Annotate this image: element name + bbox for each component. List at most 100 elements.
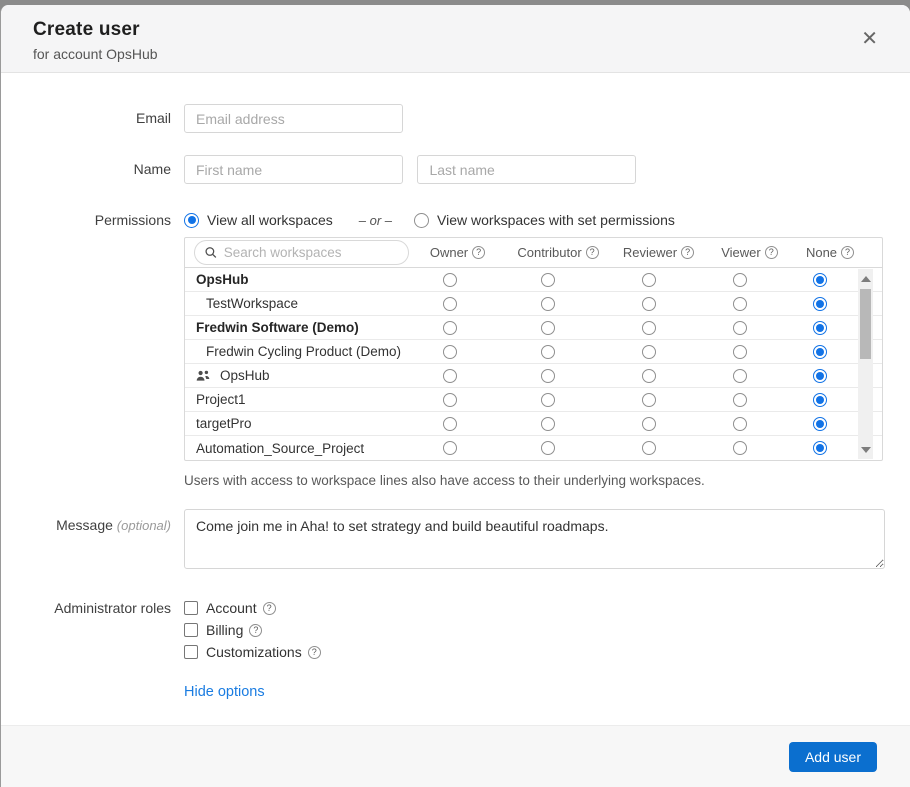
admin-role-label[interactable]: Customizations bbox=[206, 644, 302, 660]
permission-cell-contributor bbox=[496, 369, 600, 383]
permission-radio-none[interactable] bbox=[813, 297, 827, 311]
permission-radio-none[interactable] bbox=[813, 393, 827, 407]
workspace-row: OpsHub bbox=[185, 364, 882, 388]
permission-radio-contributor[interactable] bbox=[541, 321, 555, 335]
permission-radio-owner[interactable] bbox=[443, 345, 457, 359]
permission-radio-owner[interactable] bbox=[443, 393, 457, 407]
permission-cell-reviewer bbox=[600, 273, 697, 287]
message-row: Message (optional) Come join me in Aha! … bbox=[1, 509, 910, 574]
scroll-up-icon[interactable] bbox=[858, 271, 873, 286]
workspace-search-box[interactable] bbox=[194, 240, 409, 265]
help-icon[interactable]: ? bbox=[586, 246, 599, 259]
message-textarea[interactable]: Come join me in Aha! to set strategy and… bbox=[184, 509, 885, 569]
help-icon[interactable]: ? bbox=[681, 246, 694, 259]
permission-cell-reviewer bbox=[600, 321, 697, 335]
permission-cell-reviewer bbox=[600, 441, 697, 455]
help-icon[interactable]: ? bbox=[765, 246, 778, 259]
permission-cell-owner bbox=[403, 441, 496, 455]
help-icon[interactable]: ? bbox=[308, 646, 321, 659]
scroll-down-icon[interactable] bbox=[858, 442, 873, 457]
permission-cell-contributor bbox=[496, 441, 600, 455]
permission-radio-owner[interactable] bbox=[443, 297, 457, 311]
permission-radio-none[interactable] bbox=[813, 345, 827, 359]
permission-cell-reviewer bbox=[600, 417, 697, 431]
modal-header: Create user for account OpsHub ✕ bbox=[1, 5, 910, 73]
view-set-permissions-label[interactable]: View workspaces with set permissions bbox=[437, 212, 675, 228]
column-header-contributor: Contributor? bbox=[506, 245, 610, 260]
permission-radio-none[interactable] bbox=[813, 441, 827, 455]
permission-radio-reviewer[interactable] bbox=[642, 273, 656, 287]
admin-roles-label: Administrator roles bbox=[1, 600, 184, 701]
workspace-row: Project1 bbox=[185, 388, 882, 412]
workspace-row: targetPro bbox=[185, 412, 882, 436]
permission-radio-reviewer[interactable] bbox=[642, 297, 656, 311]
permission-cell-viewer bbox=[697, 417, 782, 431]
add-user-button[interactable]: Add user bbox=[789, 742, 877, 772]
permission-radio-viewer[interactable] bbox=[733, 297, 747, 311]
email-row: Email bbox=[1, 104, 910, 133]
permission-radio-reviewer[interactable] bbox=[642, 345, 656, 359]
admin-role-option-customizations: Customizations? bbox=[184, 644, 895, 660]
permission-radio-contributor[interactable] bbox=[541, 441, 555, 455]
workspace-name: Automation_Source_Project bbox=[185, 441, 403, 456]
help-icon[interactable]: ? bbox=[263, 602, 276, 615]
permission-cell-owner bbox=[403, 393, 496, 407]
permission-radio-contributor[interactable] bbox=[541, 417, 555, 431]
view-all-workspaces-label[interactable]: View all workspaces bbox=[207, 212, 333, 228]
hide-options-link[interactable]: Hide options bbox=[184, 684, 265, 700]
permission-radio-owner[interactable] bbox=[443, 369, 457, 383]
permission-radio-contributor[interactable] bbox=[541, 369, 555, 383]
admin-roles-row: Administrator roles Account?Billing?Cust… bbox=[1, 600, 910, 701]
permission-radio-none[interactable] bbox=[813, 369, 827, 383]
permission-cell-owner bbox=[403, 273, 496, 287]
permission-radio-viewer[interactable] bbox=[733, 441, 747, 455]
permission-radio-viewer[interactable] bbox=[733, 417, 747, 431]
name-row: Name bbox=[1, 155, 910, 184]
permission-radio-owner[interactable] bbox=[443, 273, 457, 287]
column-header-none: None? bbox=[792, 245, 868, 260]
email-field[interactable] bbox=[184, 104, 403, 133]
view-all-workspaces-radio[interactable] bbox=[184, 213, 199, 228]
permission-radio-viewer[interactable] bbox=[733, 273, 747, 287]
permission-radio-reviewer[interactable] bbox=[642, 393, 656, 407]
permission-radio-none[interactable] bbox=[813, 273, 827, 287]
admin-role-label[interactable]: Account bbox=[206, 600, 257, 616]
modal-body: Email Name Permissions View all workspac… bbox=[1, 73, 910, 701]
workspace-search-input[interactable] bbox=[224, 245, 398, 260]
table-scrollbar[interactable] bbox=[858, 269, 873, 459]
permission-radio-contributor[interactable] bbox=[541, 393, 555, 407]
permission-radio-none[interactable] bbox=[813, 321, 827, 335]
permission-radio-contributor[interactable] bbox=[541, 297, 555, 311]
close-icon[interactable]: ✕ bbox=[861, 29, 878, 49]
permission-radio-owner[interactable] bbox=[443, 417, 457, 431]
admin-role-checkbox-account[interactable] bbox=[184, 601, 198, 615]
permission-cell-viewer bbox=[697, 273, 782, 287]
scrollbar-thumb[interactable] bbox=[860, 289, 871, 359]
permission-radio-reviewer[interactable] bbox=[642, 369, 656, 383]
last-name-field[interactable] bbox=[417, 155, 636, 184]
first-name-field[interactable] bbox=[184, 155, 403, 184]
permission-radio-contributor[interactable] bbox=[541, 273, 555, 287]
help-icon[interactable]: ? bbox=[472, 246, 485, 259]
permission-cell-owner bbox=[403, 345, 496, 359]
admin-role-label[interactable]: Billing bbox=[206, 622, 243, 638]
permission-radio-reviewer[interactable] bbox=[642, 441, 656, 455]
permission-radio-viewer[interactable] bbox=[733, 393, 747, 407]
permission-radio-viewer[interactable] bbox=[733, 321, 747, 335]
help-icon[interactable]: ? bbox=[841, 246, 854, 259]
permission-cell-contributor bbox=[496, 297, 600, 311]
permission-radio-owner[interactable] bbox=[443, 321, 457, 335]
admin-role-checkbox-customizations[interactable] bbox=[184, 645, 198, 659]
permission-radio-owner[interactable] bbox=[443, 441, 457, 455]
view-set-permissions-radio[interactable] bbox=[414, 213, 429, 228]
permission-radio-viewer[interactable] bbox=[733, 369, 747, 383]
permission-radio-none[interactable] bbox=[813, 417, 827, 431]
admin-role-checkbox-billing[interactable] bbox=[184, 623, 198, 637]
permission-cell-none bbox=[782, 393, 858, 407]
permission-cell-viewer bbox=[697, 297, 782, 311]
permission-radio-contributor[interactable] bbox=[541, 345, 555, 359]
permission-radio-reviewer[interactable] bbox=[642, 417, 656, 431]
permission-radio-viewer[interactable] bbox=[733, 345, 747, 359]
permission-radio-reviewer[interactable] bbox=[642, 321, 656, 335]
help-icon[interactable]: ? bbox=[249, 624, 262, 637]
